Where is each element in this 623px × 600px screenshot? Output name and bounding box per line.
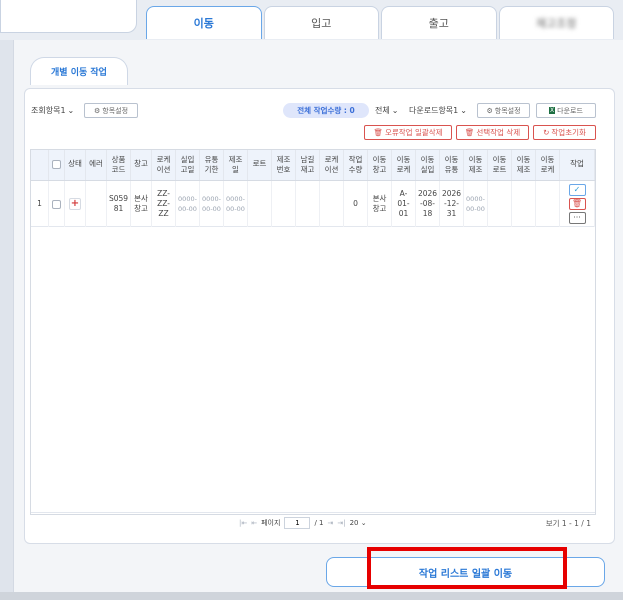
page-size-select[interactable]: 20 ⌄ xyxy=(350,519,367,527)
cell-move-warehouse[interactable]: 본사 창고 xyxy=(368,181,392,227)
cell-mfg-no xyxy=(272,181,296,227)
chevron-down-icon: ⌄ xyxy=(460,106,467,115)
check-icon[interactable]: ✓ xyxy=(568,184,586,196)
gear-icon: ⚙ xyxy=(486,106,493,115)
delete-selected-button[interactable]: 🗑 선택작업 삭제 xyxy=(456,125,529,140)
more-icon[interactable]: ··· xyxy=(568,212,586,224)
left-strip xyxy=(0,40,14,600)
download-select[interactable]: 다운로드항목1 ⌄ xyxy=(409,105,467,116)
row-number: 1 xyxy=(31,181,49,227)
header-lot: 로트 xyxy=(248,150,272,180)
header-error: 에러 xyxy=(86,150,107,180)
reset-button[interactable]: ↻ 작업초기화 xyxy=(533,125,596,140)
header-status: 상태 xyxy=(65,150,86,180)
top-left-panel xyxy=(0,0,137,33)
refresh-icon: ↻ xyxy=(543,128,550,137)
header-move-recv: 이동 실입 xyxy=(416,150,440,180)
page-input[interactable] xyxy=(284,517,311,529)
grid-header: 상태 에러 상품 코드 창고 로케 이션 실입 고일 유통 기한 제조 일 로트… xyxy=(31,150,595,181)
settings-button-2[interactable]: ⚙ 항목설정 xyxy=(477,103,530,118)
cell-location: ZZ- ZZ- ZZ xyxy=(152,181,176,227)
tab-outbound[interactable]: 출고 xyxy=(381,6,497,39)
cell-actions: ✓ 🗑 ··· xyxy=(560,181,595,227)
header-qty: 작업 수량 xyxy=(344,150,368,180)
all-select[interactable]: 전체 ⌄ xyxy=(375,105,398,116)
cell-move-expiry[interactable]: 2026 -12- 31 xyxy=(440,181,464,227)
section-title: 개별 이동 작업 xyxy=(30,57,128,85)
delete-error-button[interactable]: 🗑 오류작업 일괄삭제 xyxy=(364,125,452,140)
tab-blurred[interactable]: 재고조정 xyxy=(498,6,614,39)
header-move-location: 이동 로케 xyxy=(392,150,416,180)
header-move-expiry: 이동 유통 xyxy=(440,150,464,180)
view-info: 보기 1 - 1 / 1 xyxy=(545,519,591,528)
cell-qty[interactable]: 0 xyxy=(344,181,368,227)
header-rownum xyxy=(31,150,49,180)
header-location: 로케 이션 xyxy=(152,150,176,180)
chevron-down-icon: ⌄ xyxy=(67,106,75,115)
cell-move-mfg-no[interactable] xyxy=(512,181,536,227)
excel-icon: X xyxy=(549,107,556,114)
query-select[interactable]: 조회항목1 ⌄ xyxy=(31,105,74,116)
total-count-badge: 전체 작업수량 : 0 xyxy=(283,103,369,118)
data-grid: 상태 에러 상품 코드 창고 로케 이션 실입 고일 유통 기한 제조 일 로트… xyxy=(30,149,596,529)
table-row[interactable]: 1 + S059 81 본사 창고 ZZ- ZZ- ZZ 0000- 00-00… xyxy=(31,181,595,227)
next-page-icon[interactable]: ⇥ xyxy=(327,519,333,527)
cell-warehouse: 본사 창고 xyxy=(131,181,152,227)
cell-location-2 xyxy=(320,181,344,227)
header-action: 작업 xyxy=(560,150,595,180)
header-mfg-date: 제조 일 xyxy=(224,150,248,180)
header-warehouse: 창고 xyxy=(131,150,152,180)
header-expiry: 유통 기한 xyxy=(200,150,224,180)
grid-footer: |⇤ ⇤ 페이지 / 1 ⇥ ⇥| 20 ⌄ 보기 1 - 1 / 1 xyxy=(31,512,595,532)
tab-bar: 이동 입고 출고 재고조정 xyxy=(146,6,616,39)
header-remaining-stock: 남길 재고 xyxy=(296,150,320,180)
row-status[interactable]: + xyxy=(65,181,86,227)
cell-move-location[interactable]: A- 01- 01 xyxy=(392,181,416,227)
row-checkbox[interactable] xyxy=(49,181,65,227)
cell-mfg-date: 0000- 00-00 xyxy=(224,181,248,227)
header-mfg-no: 제조 번호 xyxy=(272,150,296,180)
header-product-code: 상품 코드 xyxy=(107,150,131,180)
chevron-down-icon: ⌄ xyxy=(391,106,399,115)
cell-recv-date: 0000- 00-00 xyxy=(176,181,200,227)
download-button[interactable]: X 다운로드 xyxy=(536,103,596,118)
last-page-icon[interactable]: ⇥| xyxy=(337,519,345,527)
first-page-icon[interactable]: |⇤ xyxy=(239,519,247,527)
tab-move[interactable]: 이동 xyxy=(146,6,262,39)
gear-icon: ⚙ xyxy=(93,106,101,115)
header-move-location-2: 이동 로케 xyxy=(536,150,560,180)
settings-button[interactable]: ⚙ 항목설정 xyxy=(84,103,138,118)
header-location-2: 로케 이션 xyxy=(320,150,344,180)
header-move-mfg-no: 이동 제조 xyxy=(512,150,536,180)
bottom-bar xyxy=(0,592,623,600)
page-label: 페이지 xyxy=(261,519,281,527)
cell-move-lot[interactable] xyxy=(488,181,512,227)
trash-icon: 🗑 xyxy=(373,128,383,137)
header-move-warehouse: 이동 창고 xyxy=(368,150,392,180)
header-recv-date: 실입 고일 xyxy=(176,150,200,180)
trash-icon: 🗑 xyxy=(464,128,475,137)
cell-move-mfg[interactable]: 0000- 00-00 xyxy=(464,181,488,227)
cell-move-location-2[interactable] xyxy=(536,181,560,227)
highlight-box xyxy=(367,547,567,589)
plus-icon: + xyxy=(69,198,81,210)
cell-expiry: 0000- 00-00 xyxy=(200,181,224,227)
page-total: / 1 xyxy=(314,519,324,527)
trash-icon[interactable]: 🗑 xyxy=(568,198,586,210)
header-move-lot: 이동 로트 xyxy=(488,150,512,180)
cell-remaining-stock xyxy=(296,181,320,227)
pager: |⇤ ⇤ 페이지 / 1 ⇥ ⇥| 20 ⌄ xyxy=(239,517,367,529)
cell-product-code: S059 81 xyxy=(107,181,131,227)
cell-move-recv[interactable]: 2026 -08- 18 xyxy=(416,181,440,227)
prev-page-icon[interactable]: ⇤ xyxy=(251,519,257,527)
header-checkbox[interactable] xyxy=(49,150,65,180)
row-error xyxy=(86,181,107,227)
header-move-mfg: 이동 제조 xyxy=(464,150,488,180)
tab-inbound[interactable]: 입고 xyxy=(263,6,379,39)
cell-lot xyxy=(248,181,272,227)
